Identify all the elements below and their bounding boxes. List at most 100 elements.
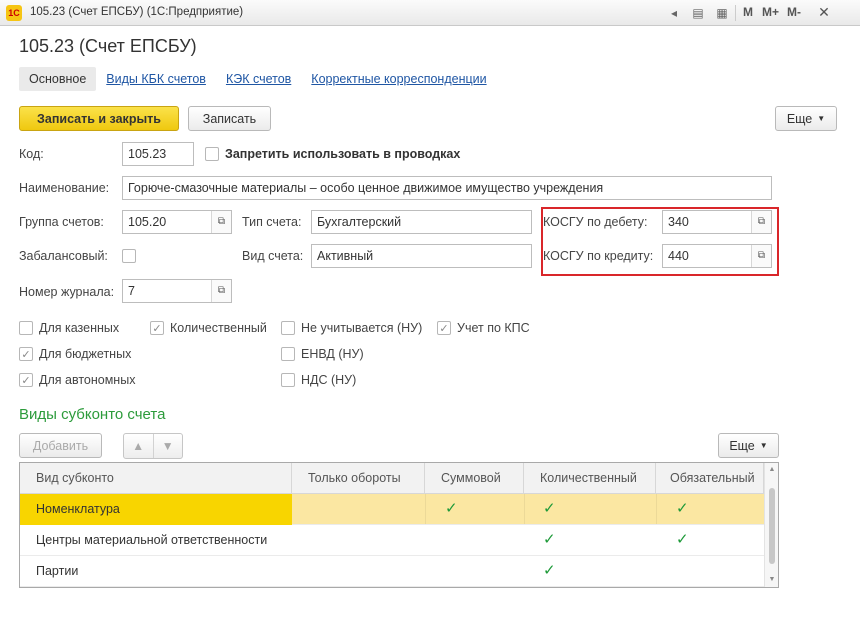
- checkbox-label: Для автономных: [39, 373, 136, 387]
- arrow-down-icon[interactable]: ▼: [154, 434, 183, 458]
- journal-label: Номер журнала:: [19, 285, 115, 299]
- checkbox-label: НДС (НУ): [301, 373, 357, 387]
- kosgu-highlight-frame: [541, 207, 779, 276]
- column-divider: [656, 494, 657, 524]
- tab-main[interactable]: Основное: [19, 67, 97, 91]
- app-logo-icon: 1С: [6, 5, 22, 21]
- move-buttons-group: ▲ ▼: [123, 433, 183, 459]
- table-row[interactable]: Номенклатура ✓ ✓ ✓: [20, 494, 764, 525]
- offbalance-label: Забалансовый:: [19, 249, 108, 263]
- window-title: 105.23 (Счет ЕПСБУ) (1С:Предприятие): [30, 6, 244, 18]
- journal-value: 7: [128, 284, 135, 298]
- subconto-name-cell: Номенклатура: [20, 494, 292, 525]
- save-and-close-button[interactable]: Записать и закрыть: [19, 106, 179, 131]
- checkmark-icon: ✓: [19, 373, 33, 387]
- column-divider: [524, 494, 525, 524]
- offbalance-checkbox[interactable]: [122, 249, 142, 263]
- checkbox-box: [281, 347, 295, 361]
- memory-m-button[interactable]: M: [743, 5, 753, 19]
- arrow-up-icon[interactable]: ▲: [124, 434, 154, 458]
- titlebar-separator: [735, 5, 736, 21]
- table-header: Вид субконто Только обороты Суммовой Кол…: [20, 463, 764, 494]
- table-scrollbar[interactable]: ▲ ▼: [764, 463, 778, 587]
- group-label: Группа счетов:: [19, 215, 104, 229]
- back-icon[interactable]: ◂: [665, 4, 683, 22]
- check-icon[interactable]: ✓: [445, 499, 458, 517]
- column-header[interactable]: Вид субконто: [20, 463, 292, 494]
- checkmark-icon: ✓: [150, 321, 164, 335]
- code-label: Код:: [19, 147, 44, 161]
- checkbox-box: [281, 321, 295, 335]
- memory-plus-button[interactable]: M+: [762, 5, 779, 19]
- checkbox-label: Не учитывается (НУ): [301, 321, 423, 335]
- checkbox-budget[interactable]: ✓ Для бюджетных: [19, 347, 131, 361]
- checkbox-autonomous[interactable]: ✓ Для автономных: [19, 373, 135, 387]
- subconto-name-cell: Центры материальной ответственности: [36, 533, 268, 547]
- name-label: Наименование:: [19, 181, 110, 195]
- name-field[interactable]: Горюче-смазочные материалы – особо ценно…: [122, 176, 772, 200]
- scroll-thumb[interactable]: [769, 488, 775, 564]
- account-kind-field[interactable]: Активный: [311, 244, 532, 268]
- checkbox-treasury[interactable]: Для казенных: [19, 321, 119, 335]
- subconto-more-button[interactable]: Еще ▼: [718, 433, 779, 458]
- checkbox-box: [281, 373, 295, 387]
- open-icon[interactable]: ⧉: [211, 211, 231, 233]
- column-divider: [425, 494, 426, 524]
- group-field[interactable]: 105.20 ⧉: [122, 210, 232, 234]
- checkmark-icon: ✓: [437, 321, 451, 335]
- subconto-section-title: Виды субконто счета: [19, 406, 166, 423]
- open-icon[interactable]: ⧉: [211, 280, 231, 302]
- tab-kek[interactable]: КЭК счетов: [226, 72, 291, 86]
- check-icon[interactable]: ✓: [676, 530, 689, 548]
- column-header[interactable]: Обязательный: [656, 463, 764, 494]
- checkbox-box: [205, 147, 219, 161]
- column-header[interactable]: Количественный: [524, 463, 656, 494]
- more-button[interactable]: Еще ▼: [775, 106, 837, 131]
- page-title: 105.23 (Счет ЕПСБУ): [19, 36, 197, 56]
- memory-minus-button[interactable]: M-: [787, 5, 801, 19]
- code-field[interactable]: 105.23: [122, 142, 194, 166]
- table-row[interactable]: Партии ✓: [20, 556, 764, 587]
- scroll-down-icon[interactable]: ▼: [765, 573, 778, 587]
- tab-kbk-types[interactable]: Виды КБК счетов: [106, 72, 206, 86]
- check-icon[interactable]: ✓: [676, 499, 689, 517]
- checkbox-label: Количественный: [170, 321, 267, 335]
- forbid-postings-checkbox[interactable]: Запретить использовать в проводках: [205, 147, 460, 161]
- save-button[interactable]: Записать: [188, 106, 271, 131]
- check-icon[interactable]: ✓: [543, 561, 556, 579]
- checkbox-box: [122, 249, 136, 263]
- checkbox-label: Для казенных: [39, 321, 120, 335]
- tab-bar: Основное Виды КБК счетов КЭК счетов Корр…: [19, 66, 507, 92]
- checkbox-label: ЕНВД (НУ): [301, 347, 364, 361]
- chevron-down-icon: ▼: [759, 441, 768, 450]
- table-row[interactable]: Центры материальной ответственности ✓ ✓: [20, 525, 764, 556]
- column-header[interactable]: Суммовой: [425, 463, 524, 494]
- group-value: 105.20: [128, 215, 167, 229]
- chevron-down-icon: ▼: [817, 114, 826, 123]
- check-icon[interactable]: ✓: [543, 530, 556, 548]
- account-type-field[interactable]: Бухгалтерский: [311, 210, 532, 234]
- print-icon[interactable]: ▤: [689, 4, 707, 22]
- column-header[interactable]: Только обороты: [292, 463, 425, 494]
- scroll-up-icon[interactable]: ▲: [765, 463, 778, 477]
- journal-field[interactable]: 7 ⧉: [122, 279, 232, 303]
- calendar-icon[interactable]: ▦: [713, 4, 731, 22]
- tab-correspondences[interactable]: Корректные корреспонденции: [311, 72, 486, 86]
- forbid-postings-label: Запретить использовать в проводках: [225, 147, 461, 161]
- checkbox-envd[interactable]: ЕНВД (НУ): [281, 347, 364, 361]
- checkbox-not-tax[interactable]: Не учитывается (НУ): [281, 321, 422, 335]
- window-titlebar: 1С 105.23 (Счет ЕПСБУ) (1С:Предприятие) …: [0, 0, 860, 26]
- checkbox-kps[interactable]: ✓ Учет по КПС: [437, 321, 530, 335]
- checkbox-vat[interactable]: НДС (НУ): [281, 373, 356, 387]
- checkbox-quantitative[interactable]: ✓ Количественный: [150, 321, 267, 335]
- add-button[interactable]: Добавить: [19, 433, 102, 458]
- account-kind-label: Вид счета:: [242, 249, 304, 263]
- account-type-label: Тип счета:: [242, 215, 302, 229]
- subconto-name-cell: Партии: [36, 564, 79, 578]
- more-label: Еще: [729, 438, 755, 453]
- close-icon[interactable]: ✕: [816, 4, 832, 20]
- checkmark-icon: ✓: [19, 347, 33, 361]
- more-label: Еще: [786, 111, 813, 126]
- checkbox-box: [19, 321, 33, 335]
- check-icon[interactable]: ✓: [543, 499, 556, 517]
